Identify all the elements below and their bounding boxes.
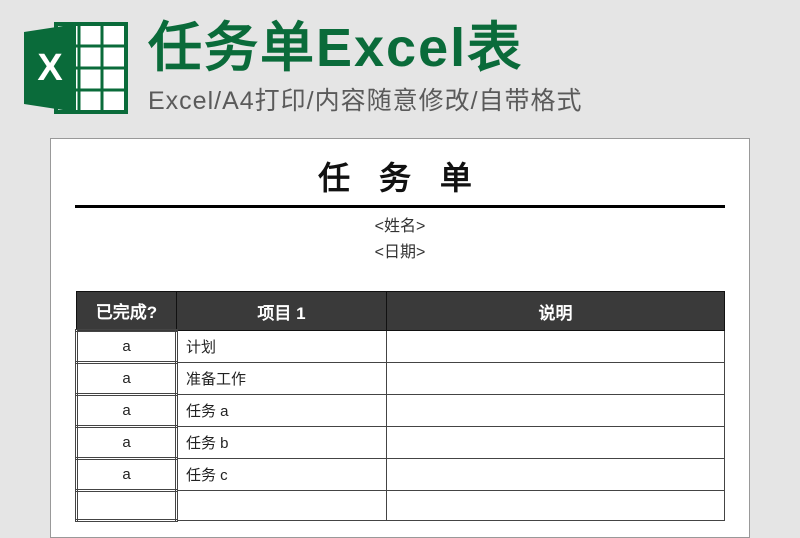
column-header-done: 已完成? [77,292,177,331]
excel-icon: X [20,18,130,118]
sheet-title: 任 务 单 [75,153,725,205]
cell-project: 准备工作 [177,363,387,395]
cell-done [77,491,177,521]
column-header-description: 说明 [387,292,725,331]
cell-description [387,363,725,395]
name-placeholder: <姓名> [75,214,725,240]
cell-project: 计划 [177,331,387,363]
column-header-project: 项目 1 [177,292,387,331]
table-header-row: 已完成? 项目 1 说明 [77,292,725,331]
meta-block: <姓名> <日期> [75,214,725,265]
cell-description [387,395,725,427]
svg-text:X: X [37,47,63,89]
table-row: a 任务 a [77,395,725,427]
cell-project: 任务 a [177,395,387,427]
cell-project [177,491,387,521]
table-row: a 准备工作 [77,363,725,395]
cell-description [387,331,725,363]
table-row [77,491,725,521]
cell-done: a [77,395,177,427]
cell-done: a [77,427,177,459]
date-placeholder: <日期> [75,240,725,266]
cell-project: 任务 c [177,459,387,491]
cell-description [387,491,725,521]
cell-done: a [77,459,177,491]
page-title: 任务单Excel表 [148,19,583,78]
task-table: 已完成? 项目 1 说明 a 计划 a 准备工作 a 任务 a a [75,291,725,522]
table-row: a 任务 b [77,427,725,459]
header-bar: X 任务单Excel表 Excel/A4打印/内容随意修改/自带格式 [0,0,800,130]
title-divider [75,205,725,208]
cell-description [387,459,725,491]
cell-done: a [77,363,177,395]
cell-done: a [77,331,177,363]
title-block: 任务单Excel表 Excel/A4打印/内容随意修改/自带格式 [148,19,583,116]
spreadsheet-preview: 任 务 单 <姓名> <日期> 已完成? 项目 1 说明 a 计划 a 准备工作 [50,138,750,538]
page-subtitle: Excel/A4打印/内容随意修改/自带格式 [148,81,583,117]
cell-project: 任务 b [177,427,387,459]
cell-description [387,427,725,459]
table-row: a 任务 c [77,459,725,491]
table-row: a 计划 [77,331,725,363]
